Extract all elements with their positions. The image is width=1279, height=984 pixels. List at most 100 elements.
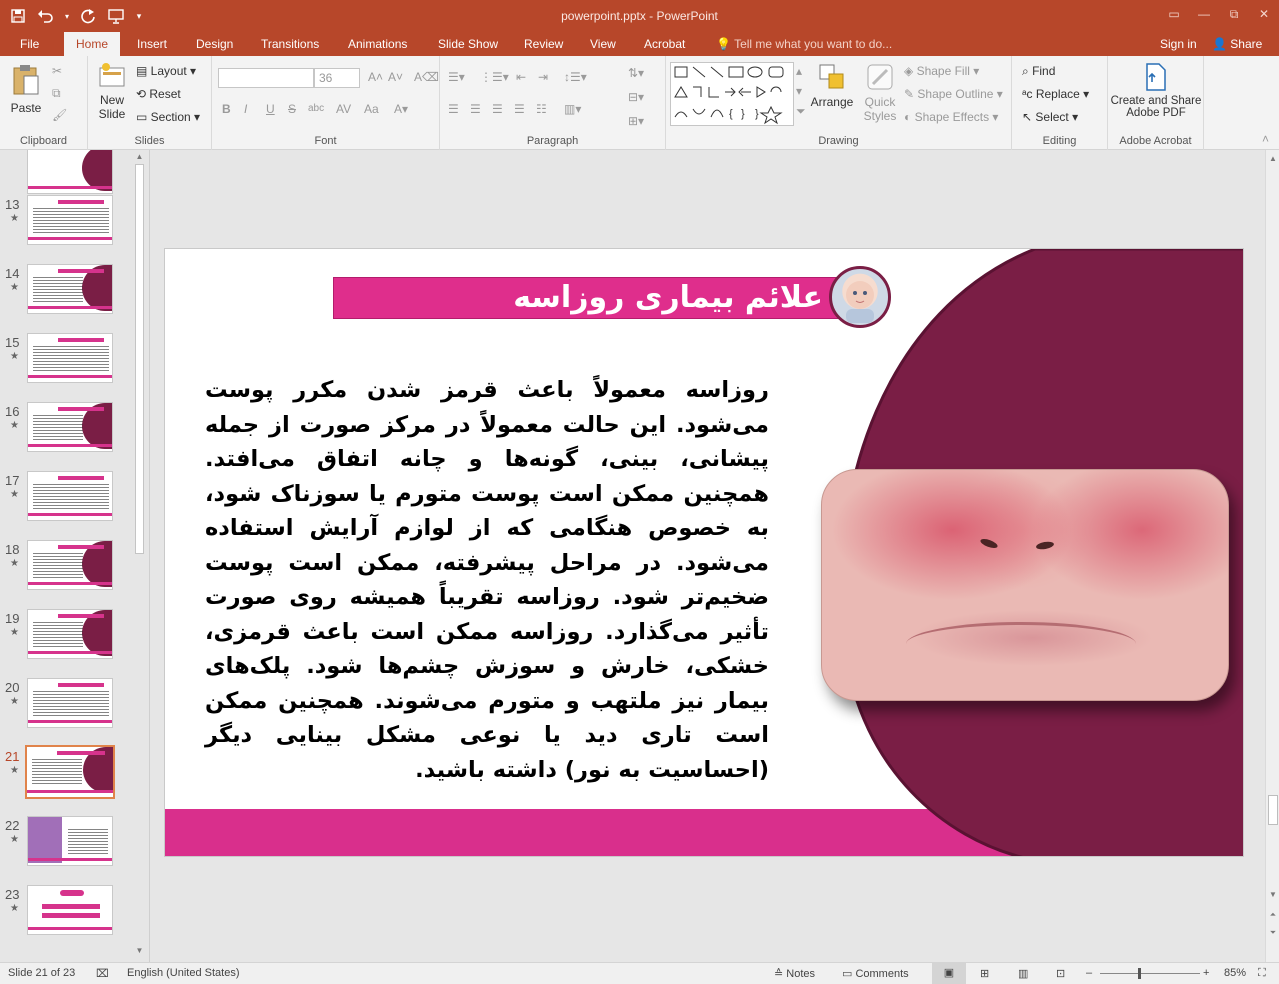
- numbering-icon[interactable]: ⋮☰▾: [480, 70, 509, 84]
- scroll-up-icon[interactable]: ▲: [1266, 154, 1279, 163]
- quick-styles-button[interactable]: Quick Styles: [858, 62, 902, 123]
- find-button[interactable]: ⌕ Find: [1022, 64, 1055, 79]
- cut-icon[interactable]: ✂: [52, 64, 62, 78]
- copy-icon[interactable]: ⧉: [52, 86, 61, 101]
- thumbnail-19[interactable]: 19 ★: [0, 609, 135, 669]
- italic-button[interactable]: I: [244, 102, 247, 116]
- reset-button[interactable]: ⟲ Reset: [136, 87, 181, 101]
- share-button[interactable]: 👤 Share: [1212, 32, 1262, 56]
- thumbnail-18[interactable]: 18 ★: [0, 540, 135, 600]
- replace-button[interactable]: ᵃc Replace ▾: [1022, 87, 1089, 101]
- gallery-up-icon[interactable]: ▴: [796, 64, 802, 78]
- clear-format-icon[interactable]: A⌫: [414, 70, 439, 84]
- line-spacing-icon[interactable]: ↕☰▾: [564, 70, 587, 84]
- sign-in-link[interactable]: Sign in: [1160, 32, 1197, 56]
- shapes-gallery[interactable]: {}}: [670, 62, 794, 126]
- zoom-level[interactable]: 85%: [1224, 967, 1246, 979]
- spelling-icon[interactable]: ⌧: [96, 967, 109, 980]
- slide-title[interactable]: علائم بیماری روزاسه: [333, 277, 823, 319]
- save-icon[interactable]: [6, 4, 30, 28]
- thumbnail-scrollbar[interactable]: ▲ ▼: [132, 150, 147, 962]
- scroll-down-icon[interactable]: ▼: [132, 946, 147, 955]
- shape-fill-button[interactable]: ◈ Shape Fill ▾: [904, 64, 979, 78]
- thumbnail-13[interactable]: 13 ★: [0, 195, 135, 255]
- change-case-button[interactable]: Aa: [364, 102, 379, 116]
- thumbnail-20[interactable]: 20 ★: [0, 678, 135, 738]
- section-button[interactable]: ▭ Section ▾: [136, 110, 200, 124]
- slide-thumbnail-pane[interactable]: 13 ★ 14 ★ 15 ★ 16 ★ 17 ★ 18 ★ 19 ★ 20 ★ 21 ★ 22 ★ …: [0, 150, 150, 962]
- slide-scroll-thumb[interactable]: [1268, 795, 1278, 825]
- thumbnail-15[interactable]: 15 ★: [0, 333, 135, 393]
- thumbnail-scroll-thumb[interactable]: [135, 164, 144, 554]
- align-right-icon[interactable]: ☰: [492, 102, 503, 116]
- current-slide[interactable]: علائم بیماری روزاسه روزاسه معمولاً باعث …: [164, 248, 1244, 857]
- align-text-icon[interactable]: ⊟▾: [628, 90, 644, 104]
- bold-button[interactable]: B: [222, 102, 231, 116]
- customize-icon[interactable]: ▾: [132, 4, 146, 28]
- scroll-up-icon[interactable]: ▲: [132, 152, 147, 161]
- slideshow-view-icon[interactable]: ⊡: [1056, 967, 1065, 980]
- text-direction-icon[interactable]: ⇅▾: [628, 66, 644, 80]
- tab-design[interactable]: Design: [196, 32, 233, 56]
- previous-slide-icon[interactable]: ⏶: [1266, 910, 1279, 920]
- close-icon[interactable]: ✕: [1249, 0, 1279, 28]
- undo-icon[interactable]: [34, 4, 58, 28]
- minimize-icon[interactable]: —: [1189, 0, 1219, 28]
- present-icon[interactable]: [104, 4, 128, 28]
- thumbnail-22[interactable]: 22 ★: [0, 816, 135, 876]
- tab-transitions[interactable]: Transitions: [261, 32, 319, 56]
- scroll-down-icon[interactable]: ▼: [1266, 890, 1279, 899]
- arrange-button[interactable]: Arrange: [810, 62, 854, 109]
- thumbnail-21[interactable]: 21 ★: [0, 745, 135, 807]
- slide-sorter-icon[interactable]: ⊞: [980, 967, 989, 980]
- decrease-indent-icon[interactable]: ⇤: [516, 70, 526, 84]
- reading-view-icon[interactable]: ▥: [1018, 967, 1028, 980]
- shrink-font-icon[interactable]: A˅: [388, 70, 403, 84]
- redo-icon[interactable]: [76, 4, 100, 28]
- grow-font-icon[interactable]: A˄: [368, 70, 383, 84]
- tab-animations[interactable]: Animations: [348, 32, 407, 56]
- tab-review[interactable]: Review: [524, 32, 563, 56]
- font-size-combo[interactable]: 36: [314, 68, 360, 88]
- select-button[interactable]: ↖ Select ▾: [1022, 110, 1078, 124]
- thumbnail-16[interactable]: 16 ★: [0, 402, 135, 462]
- language-indicator[interactable]: English (United States): [127, 967, 240, 979]
- justify-icon[interactable]: ☰: [514, 102, 525, 116]
- new-slide-button[interactable]: New Slide: [94, 62, 130, 121]
- format-painter-icon[interactable]: 🖌: [52, 108, 67, 122]
- tab-file[interactable]: File: [20, 32, 39, 56]
- paste-button[interactable]: Paste: [8, 62, 44, 115]
- font-name-combo[interactable]: [218, 68, 314, 88]
- bullets-icon[interactable]: ☰▾: [448, 70, 465, 84]
- slide-body-text[interactable]: روزاسه معمولاً باعث قرمز شدن مکرر پوست م…: [205, 373, 769, 787]
- increase-indent-icon[interactable]: ⇥: [538, 70, 548, 84]
- distributed-icon[interactable]: ☷: [536, 102, 547, 116]
- collapse-ribbon-icon[interactable]: ˄: [1262, 132, 1269, 146]
- tab-slide-show[interactable]: Slide Show: [438, 32, 498, 56]
- font-color-icon[interactable]: A▾: [394, 102, 408, 116]
- ribbon-display-icon[interactable]: ▭: [1159, 0, 1189, 28]
- align-center-icon[interactable]: ☰: [470, 102, 481, 116]
- tab-view[interactable]: View: [590, 32, 616, 56]
- shape-effects-button[interactable]: ◐ Shape Effects ▾: [904, 110, 998, 124]
- gallery-more-icon[interactable]: ⏷: [796, 104, 806, 119]
- fit-to-window-icon[interactable]: ⛶: [1258, 967, 1266, 980]
- align-left-icon[interactable]: ☰: [448, 102, 459, 116]
- next-slide-icon[interactable]: ⏷: [1266, 928, 1279, 938]
- slide-vertical-scrollbar[interactable]: ▲ ▼ ⏶ ⏷: [1265, 150, 1279, 962]
- gallery-down-icon[interactable]: ▾: [796, 84, 802, 98]
- thumbnail-17[interactable]: 17 ★: [0, 471, 135, 531]
- tab-home[interactable]: Home: [64, 32, 121, 56]
- normal-view-icon[interactable]: ▣: [932, 963, 966, 984]
- layout-button[interactable]: ▤ Layout ▾: [136, 64, 196, 78]
- thumbnail-23[interactable]: 23 ★: [0, 885, 135, 945]
- zoom-in-button[interactable]: +: [1203, 967, 1209, 979]
- restore-icon[interactable]: ⧉: [1219, 0, 1249, 28]
- zoom-slider-knob[interactable]: [1138, 968, 1141, 979]
- thumbnail-14[interactable]: 14 ★: [0, 264, 135, 324]
- underline-button[interactable]: U: [266, 102, 275, 116]
- smartart-icon[interactable]: ⊞▾: [628, 114, 644, 128]
- zoom-out-button[interactable]: –: [1086, 967, 1092, 979]
- customize-undo-dropdown-icon[interactable]: ▾: [62, 4, 72, 28]
- zoom-slider[interactable]: [1100, 973, 1200, 974]
